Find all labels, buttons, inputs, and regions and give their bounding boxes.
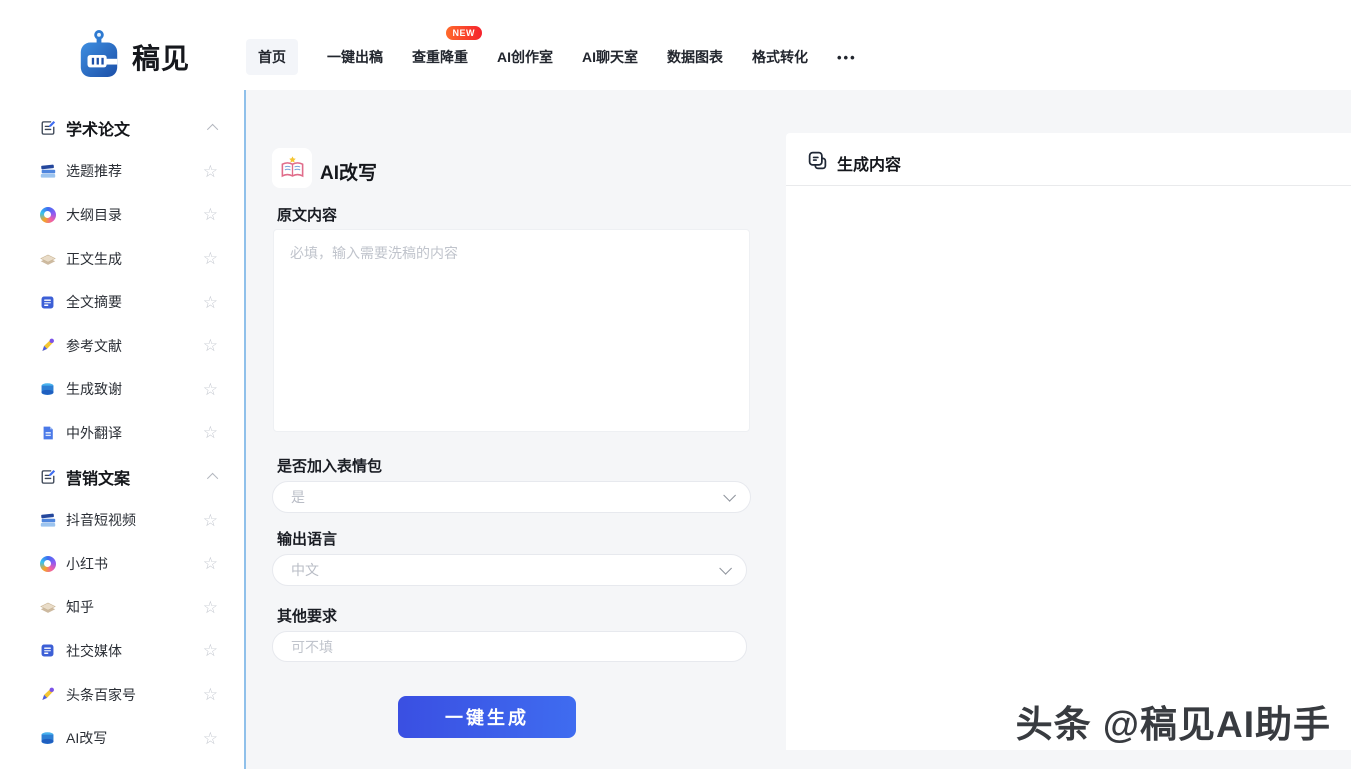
sidebar-item-label: 正文生成 (66, 249, 122, 269)
nav-item-plagiarism-check[interactable]: 查重降重 NEW (412, 47, 468, 67)
tools-sidebar: 学术论文 选题推荐 ☆ 大纲目录 ☆ (0, 90, 246, 769)
generated-content-panel: 生成内容 头条 @稿见AI助手 (786, 133, 1351, 750)
sidebar-item-label: 知乎 (66, 597, 94, 617)
sidebar-item-label: 社交媒体 (66, 641, 122, 661)
other-requirements-input[interactable] (272, 631, 747, 662)
doc-edit-icon (38, 118, 57, 137)
sidebar-item-references[interactable]: 参考文献 ☆ (0, 324, 244, 368)
nav-item-format-convert[interactable]: 格式转化 (752, 47, 808, 67)
favorite-star-icon[interactable]: ☆ (203, 555, 218, 572)
generated-content-icon (807, 150, 828, 176)
sidebar-section-marketing[interactable]: 营销文案 (0, 455, 244, 499)
favorite-star-icon[interactable]: ☆ (203, 599, 218, 616)
sidebar-section-academic[interactable]: 学术论文 (0, 106, 244, 150)
nav-item-ai-studio[interactable]: AI创作室 (497, 47, 553, 67)
chevron-down-icon (723, 489, 736, 502)
page-title: AI改写 (320, 158, 377, 185)
nav-item-ai-chat[interactable]: AI聊天室 (582, 47, 638, 67)
app-window: 稿见 首页 一键出稿 查重降重 NEW AI创作室 AI聊天室 数据图表 格式转… (0, 0, 1351, 769)
pen-icon (38, 685, 57, 704)
robot-logo-icon (76, 29, 122, 84)
favorite-star-icon[interactable]: ☆ (203, 424, 218, 441)
blue-doc-icon (38, 641, 57, 660)
blue-doc-icon (38, 293, 57, 312)
toutiao-watermark: 头条 @稿见AI助手 (1016, 694, 1331, 748)
books-icon (38, 162, 57, 181)
generated-content-header: 生成内容 (807, 150, 901, 176)
translate-doc-icon (38, 423, 57, 442)
sidebar-item-zhihu[interactable]: 知乎 ☆ (0, 586, 244, 630)
section-title: 营销文案 (66, 465, 130, 489)
sidebar-item-douyin-video[interactable]: 抖音短视频 ☆ (0, 498, 244, 542)
favorite-star-icon[interactable]: ☆ (203, 642, 218, 659)
brand-logo[interactable]: 稿见 (76, 29, 190, 84)
chevron-down-icon (719, 562, 732, 575)
emoji-option-label: 是否加入表情包 (277, 455, 382, 476)
other-requirements-label: 其他要求 (277, 605, 337, 626)
content-area: 学术论文 选题推荐 ☆ 大纲目录 ☆ (0, 90, 1351, 769)
favorite-star-icon[interactable]: ☆ (203, 686, 218, 703)
sidebar-item-label: 抖音短视频 (66, 510, 136, 530)
nav-item-home[interactable]: 首页 (246, 39, 298, 75)
source-content-label: 原文内容 (277, 204, 337, 225)
nav-more-icon[interactable]: ••• (837, 50, 857, 65)
favorite-star-icon[interactable]: ☆ (203, 294, 218, 311)
donut-icon (38, 205, 57, 224)
stack-icon (38, 380, 57, 399)
favorite-star-icon[interactable]: ☆ (203, 381, 218, 398)
new-badge: NEW (446, 26, 483, 40)
emoji-select-value: 是 (291, 487, 305, 507)
favorite-star-icon[interactable]: ☆ (203, 730, 218, 747)
sidebar-item-label: AI改写 (66, 728, 107, 748)
favorite-star-icon[interactable]: ☆ (203, 512, 218, 529)
ai-rewrite-form: AI改写 原文内容 是否加入表情包 是 输出语言 中文 其他要求 一键生成 (246, 90, 786, 769)
sidebar-item-topic-recommend[interactable]: 选题推荐 ☆ (0, 150, 244, 194)
output-language-label: 输出语言 (277, 528, 337, 549)
sidebar-item-toutiao-baijia[interactable]: 头条百家号 ☆ (0, 673, 244, 717)
emoji-select[interactable]: 是 (272, 481, 751, 513)
sidebar-item-translation[interactable]: 中外翻译 ☆ (0, 411, 244, 455)
sidebar-item-label: 头条百家号 (66, 685, 136, 705)
sidebar-item-label: 选题推荐 (66, 161, 122, 181)
language-select[interactable]: 中文 (272, 554, 747, 586)
generated-content-title: 生成内容 (837, 151, 901, 175)
language-select-value: 中文 (291, 560, 319, 580)
sidebar-item-body-generate[interactable]: 正文生成 ☆ (0, 237, 244, 281)
main-nav: 首页 一键出稿 查重降重 NEW AI创作室 AI聊天室 数据图表 格式转化 •… (246, 40, 857, 74)
chevron-up-icon[interactable] (207, 472, 218, 483)
favorite-star-icon[interactable]: ☆ (203, 337, 218, 354)
section-title: 学术论文 (66, 116, 130, 140)
favorite-star-icon[interactable]: ☆ (203, 206, 218, 223)
chevron-up-icon[interactable] (207, 124, 218, 135)
sidebar-item-label: 大纲目录 (66, 205, 122, 225)
doc-edit-icon (38, 467, 57, 486)
pen-icon (38, 336, 57, 355)
open-book-icon (272, 148, 312, 188)
favorite-star-icon[interactable]: ☆ (203, 163, 218, 180)
brand-name: 稿见 (132, 37, 190, 77)
pages-icon (38, 249, 57, 268)
books-icon (38, 511, 57, 530)
source-content-input[interactable] (273, 229, 750, 432)
sidebar-item-acknowledgement[interactable]: 生成致谢 ☆ (0, 368, 244, 412)
favorite-star-icon[interactable]: ☆ (203, 250, 218, 267)
generate-button[interactable]: 一键生成 (398, 696, 576, 738)
donut-icon (38, 554, 57, 573)
sidebar-item-label: 全文摘要 (66, 292, 122, 312)
sidebar-item-social-media[interactable]: 社交媒体 ☆ (0, 629, 244, 673)
panel-divider (786, 185, 1351, 186)
sidebar-item-ai-rewrite[interactable]: AI改写 ☆ (0, 716, 244, 760)
sidebar-item-label: 小红书 (66, 554, 108, 574)
sidebar-item-label: 生成致谢 (66, 379, 122, 399)
sidebar-item-label: 参考文献 (66, 336, 122, 356)
top-header: 稿见 首页 一键出稿 查重降重 NEW AI创作室 AI聊天室 数据图表 格式转… (0, 0, 1351, 90)
pages-icon (38, 598, 57, 617)
sidebar-item-outline[interactable]: 大纲目录 ☆ (0, 193, 244, 237)
sidebar-item-xiaohongshu[interactable]: 小红书 ☆ (0, 542, 244, 586)
sidebar-item-label: 中外翻译 (66, 423, 122, 443)
sidebar-item-abstract[interactable]: 全文摘要 ☆ (0, 280, 244, 324)
nav-item-one-click-draft[interactable]: 一键出稿 (327, 47, 383, 67)
nav-item-data-charts[interactable]: 数据图表 (667, 47, 723, 67)
stack-icon (38, 729, 57, 748)
